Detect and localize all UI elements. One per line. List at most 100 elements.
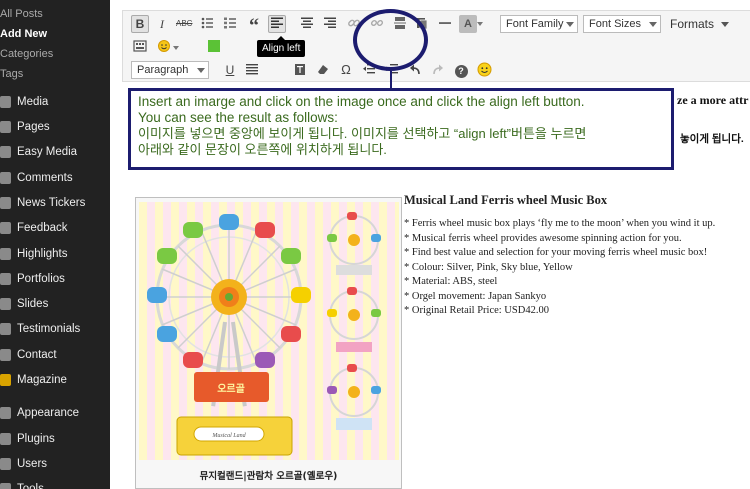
product-feature-item: * Ferris wheel music box plays ‘fly me t…	[404, 218, 716, 229]
note-line: You can see the result as follows:	[138, 110, 338, 125]
emoticon-dropdown-icon[interactable]	[173, 46, 179, 50]
sidebar-item-pages[interactable]: Pages	[0, 116, 110, 138]
sidebar-item-label: Users	[17, 458, 48, 470]
align-center-icon	[301, 17, 313, 28]
sidebar-item-label: Pages	[17, 121, 50, 133]
submenu-item-all-posts[interactable]: All Posts	[0, 6, 110, 22]
sidebar-item-label: Appearance	[17, 407, 80, 419]
insert-media-button[interactable]	[205, 38, 223, 56]
sidebar-item-testimonials[interactable]: Testimonials	[0, 318, 110, 340]
emoji-button[interactable]	[475, 61, 493, 79]
music-box-base: 오르골 Musical Land	[176, 372, 293, 456]
align-right-button[interactable]	[321, 15, 339, 33]
magazine-icon	[0, 374, 11, 386]
font-sizes-select[interactable]: Font Sizes	[583, 15, 661, 33]
underline-button[interactable]: U	[221, 61, 239, 79]
product-image-frame[interactable]: 오르골 Musical Land 뮤지컬랜드|관람차 오르골(옐로우)	[135, 197, 402, 489]
annotation-pointer-line	[390, 71, 392, 89]
help-button[interactable]: ?	[452, 61, 470, 79]
bullet-list-icon	[201, 17, 213, 29]
users-icon	[0, 458, 11, 470]
product-description: Musical Land Ferris wheel Music Box * Fe…	[404, 193, 750, 319]
strikethrough-button[interactable]: ABC	[175, 15, 193, 33]
submenu-item-add-new[interactable]: Add New	[0, 26, 110, 42]
editor-toolbar: B I ABC “ A Font Family Font Sizes Forma…	[122, 10, 750, 82]
media-icon	[0, 96, 11, 108]
horizontal-line-button[interactable]	[436, 15, 454, 33]
sidebar-item-feedback[interactable]: Feedback	[0, 217, 110, 239]
product-title: Musical Land Ferris wheel Music Box	[404, 193, 608, 207]
special-character-button[interactable]: Ω	[337, 61, 355, 79]
align-left-tooltip: Align left	[257, 36, 306, 57]
pages-icon	[0, 121, 11, 133]
sidebar-item-easy-media[interactable]: Easy Media	[0, 141, 110, 163]
sidebar-item-users[interactable]: Users	[0, 453, 110, 475]
product-feature-item: * Material: ABS, steel	[404, 276, 498, 287]
sidebar-item-label: Tools	[17, 483, 44, 489]
toolbar-toggle-button[interactable]	[131, 38, 149, 56]
smiley-icon	[477, 62, 491, 77]
align-right-icon	[324, 17, 336, 28]
horizontal-rule-icon	[439, 22, 451, 24]
comments-icon	[0, 172, 11, 184]
sidebar-item-portfolios[interactable]: Portfolios	[0, 268, 110, 290]
instruction-note-box: Insert an imarge and click on the image …	[128, 88, 674, 170]
sidebar-item-highlights[interactable]: Highlights	[0, 243, 110, 265]
sidebar-item-comments[interactable]: Comments	[0, 167, 110, 189]
product-feature-item: * Orgel movement: Japan Sankyo	[404, 290, 547, 302]
note-line: 이미지를 넣으면 중앙에 보이게 됩니다. 이미지를 선택하고 “align l…	[138, 126, 587, 141]
sidebar-item-contact[interactable]: Contact	[0, 344, 110, 366]
submenu-item-tags[interactable]: Tags	[0, 66, 110, 82]
feedback-icon	[0, 222, 11, 234]
paragraph-format-select[interactable]: Paragraph	[131, 61, 209, 79]
formats-label: Formats	[670, 17, 715, 31]
admin-sidebar: All Posts Add New Categories Tags Media Pages…	[0, 0, 110, 489]
sidebar-item-appearance[interactable]: Appearance	[0, 402, 110, 424]
sidebar-item-magazine[interactable]: Magazine	[0, 369, 110, 391]
sidebar-item-news-tickers[interactable]: News Tickers	[0, 192, 110, 214]
blockquote-button[interactable]: “	[245, 14, 263, 37]
plugins-icon	[0, 433, 11, 445]
sidebar-item-label: Plugins	[17, 433, 55, 445]
sidebar-item-tools[interactable]: Tools	[0, 478, 110, 489]
redo-button[interactable]	[429, 61, 447, 79]
sidebar-item-label: Comments	[17, 172, 73, 184]
product-feature-item: * Colour: Silver, Pink, Sky blue, Yellow	[404, 261, 573, 273]
sidebar-item-plugins[interactable]: Plugins	[0, 428, 110, 450]
eraser-icon	[318, 65, 328, 74]
numbered-list-button[interactable]	[221, 15, 239, 33]
redo-icon	[433, 64, 443, 75]
highlights-icon	[0, 248, 11, 260]
paste-text-button[interactable]	[291, 61, 309, 79]
sidebar-item-label: Testimonials	[17, 323, 81, 335]
paragraph-format-value: Paragraph	[137, 64, 189, 76]
chevron-down-icon	[197, 68, 205, 73]
sidebar-item-label: Highlights	[17, 248, 68, 260]
font-color-button[interactable]: A	[459, 15, 477, 33]
sidebar-item-media[interactable]: Media	[0, 91, 110, 113]
portfolios-icon	[0, 273, 11, 285]
sidebar-item-label: Contact	[17, 349, 57, 361]
bullet-list-button[interactable]	[198, 15, 216, 33]
help-icon: ?	[454, 65, 468, 78]
font-family-select[interactable]: Font Family	[500, 15, 578, 33]
bold-button[interactable]: B	[131, 15, 149, 33]
font-color-dropdown-icon[interactable]	[477, 22, 483, 26]
product-feature-item: * Find best value and selection for your…	[404, 247, 708, 258]
align-center-button[interactable]	[298, 15, 316, 33]
align-left-button[interactable]	[268, 15, 286, 33]
align-left-icon	[271, 17, 283, 28]
sidebar-item-label: News Tickers	[17, 197, 86, 209]
justify-button[interactable]	[243, 61, 261, 79]
content-text-fragment: 놓이게 됩니다.	[680, 133, 744, 145]
emoticon-button[interactable]	[155, 38, 173, 56]
content-text-fragment: ze a more attr	[677, 93, 749, 107]
sidebar-item-label: Feedback	[17, 222, 68, 234]
clear-formatting-button[interactable]	[314, 61, 332, 79]
sidebar-item-slides[interactable]: Slides	[0, 293, 110, 315]
orgel-sign: 오르골	[217, 383, 245, 395]
paste-text-icon	[295, 64, 305, 75]
formats-menu[interactable]: Formats	[670, 15, 730, 33]
submenu-item-categories[interactable]: Categories	[0, 46, 110, 62]
italic-button[interactable]: I	[153, 15, 171, 33]
